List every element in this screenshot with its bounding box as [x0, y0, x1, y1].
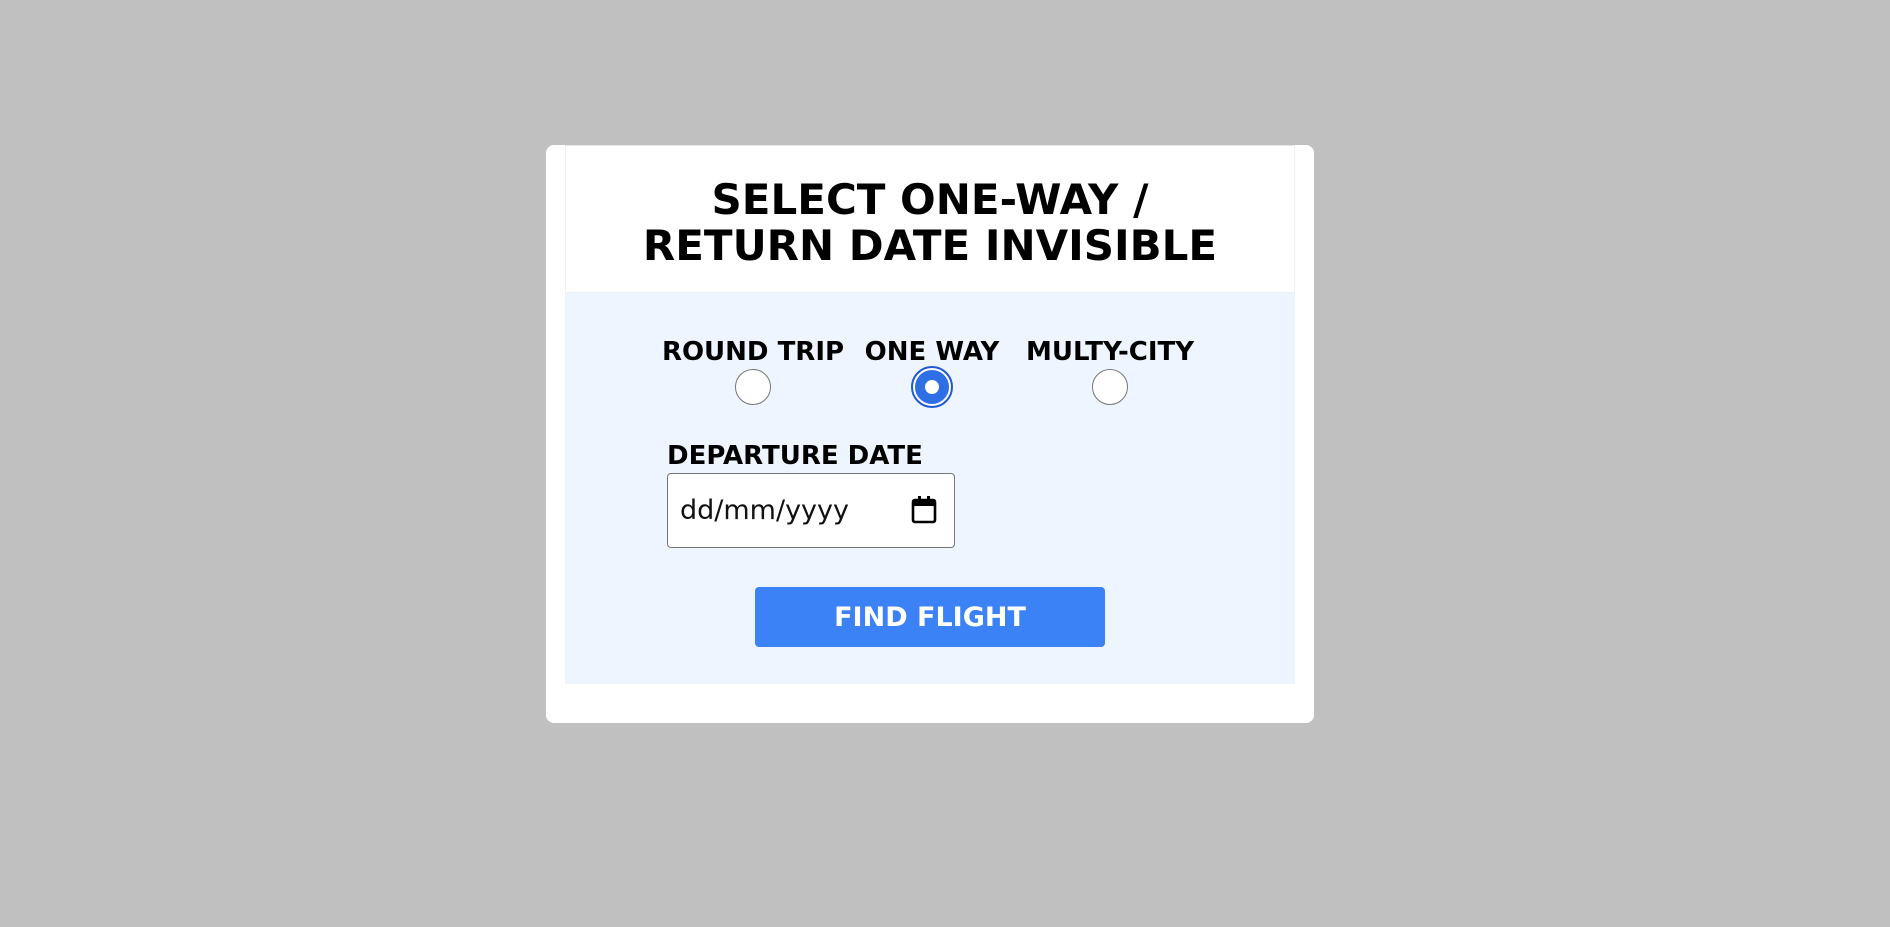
- card-content: SELECT ONE-WAY / RETURN DATE INVISIBLE R…: [565, 145, 1295, 684]
- multi-city-radio[interactable]: [1092, 369, 1128, 405]
- search-form: ROUND TRIP ONE WAY MULTY-CITY DEPARTURE …: [565, 293, 1295, 684]
- one-way-radio[interactable]: [911, 366, 953, 408]
- departure-date-input[interactable]: dd/mm/yyyy: [667, 473, 955, 548]
- multi-city-label[interactable]: MULTY-CITY: [1026, 337, 1194, 367]
- flight-search-card: SELECT ONE-WAY / RETURN DATE INVISIBLE R…: [546, 145, 1314, 723]
- title-line-1: SELECT ONE-WAY /: [711, 175, 1149, 224]
- title-section: SELECT ONE-WAY / RETURN DATE INVISIBLE: [565, 145, 1295, 293]
- round-trip-label[interactable]: ROUND TRIP: [662, 337, 844, 367]
- title-line-2: RETURN DATE INVISIBLE: [642, 221, 1218, 270]
- page-title: SELECT ONE-WAY / RETURN DATE INVISIBLE: [643, 169, 1217, 269]
- trip-option-one-way[interactable]: ONE WAY: [865, 337, 1000, 408]
- departure-date-label: DEPARTURE DATE: [667, 441, 923, 471]
- trip-option-round-trip[interactable]: ROUND TRIP: [662, 337, 844, 405]
- date-placeholder: dd/mm/yyyy: [680, 495, 849, 526]
- find-flight-button[interactable]: FIND FLIGHT: [755, 587, 1105, 647]
- calendar-icon[interactable]: [910, 495, 938, 525]
- one-way-label[interactable]: ONE WAY: [865, 337, 1000, 367]
- trip-option-multi-city[interactable]: MULTY-CITY: [1026, 337, 1194, 405]
- round-trip-radio[interactable]: [735, 369, 771, 405]
